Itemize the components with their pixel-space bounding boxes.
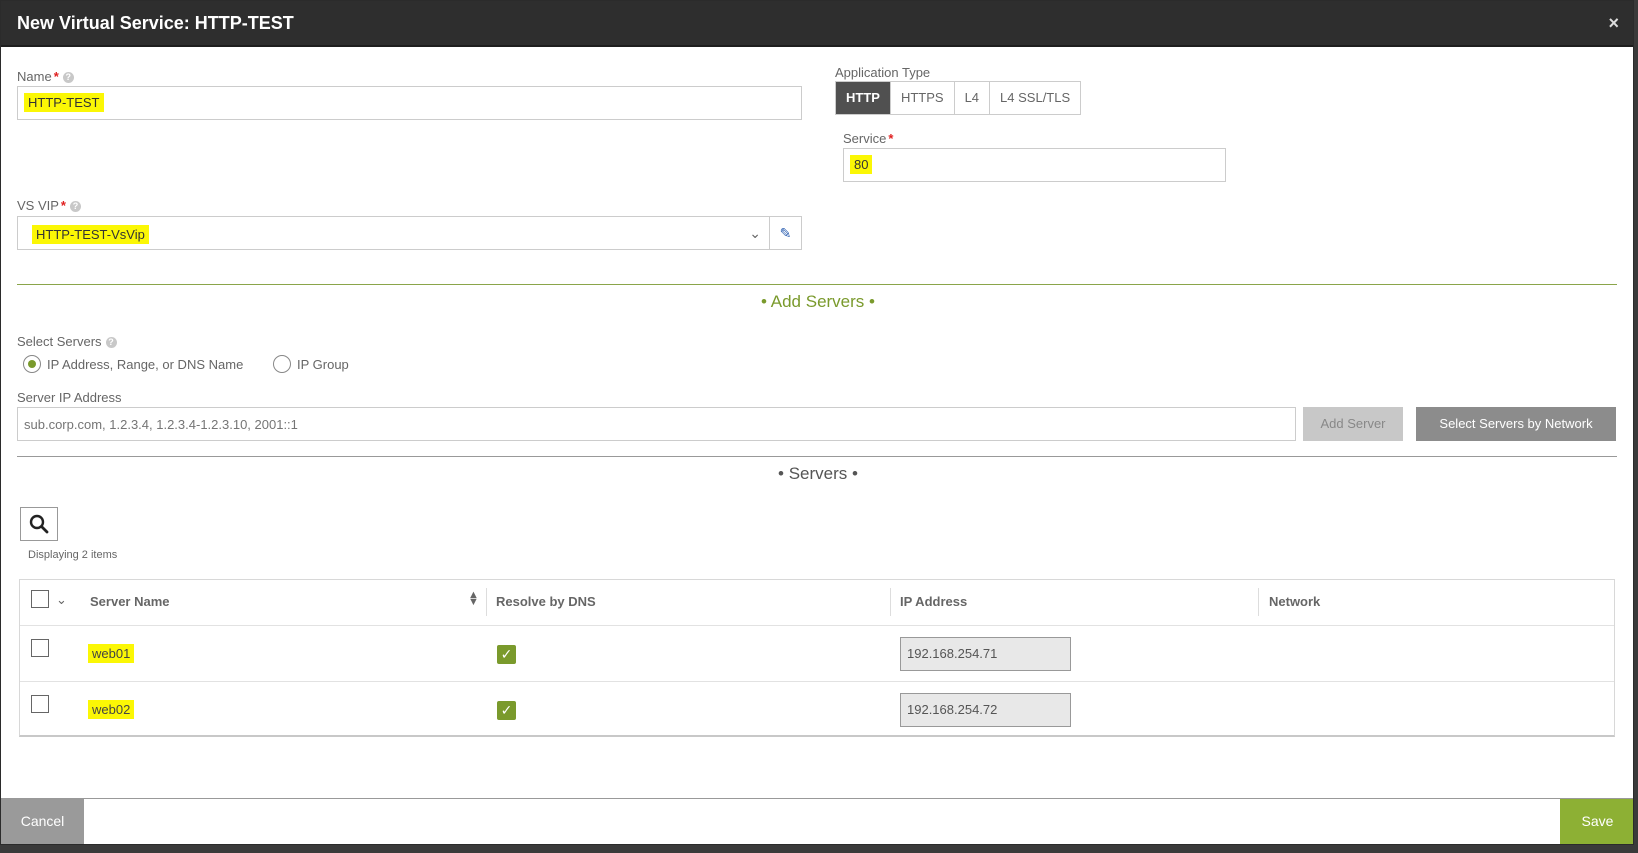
name-label-text: Name [17, 69, 52, 84]
section-divider [17, 456, 1617, 457]
vs-vip-value: HTTP-TEST-VsVip [32, 225, 149, 244]
select-servers-label: Select Servers? [17, 334, 117, 349]
server-ip-label: Server IP Address [17, 390, 122, 405]
search-button[interactable] [20, 507, 58, 541]
add-server-button[interactable]: Add Server [1303, 407, 1403, 441]
close-icon[interactable]: × [1608, 13, 1619, 34]
row-separator [20, 625, 1614, 626]
name-input[interactable]: HTTP-TEST [17, 86, 802, 120]
required-mark: * [60, 198, 66, 213]
resolve-by-dns-checkbox[interactable]: ✓ [497, 701, 516, 720]
vs-vip-label: VS VIP *? [17, 198, 81, 213]
radio-unselected-icon [273, 355, 291, 373]
app-type-l4-ssl-tls[interactable]: L4 SSL/TLS [989, 82, 1080, 114]
chevron-down-icon[interactable]: ⌄ [56, 592, 67, 608]
row-checkbox[interactable] [31, 639, 49, 657]
required-mark: * [888, 131, 894, 146]
radio-selected-icon [23, 355, 41, 373]
select-servers-label-text: Select Servers [17, 334, 102, 349]
section-divider [17, 284, 1617, 285]
sort-icon[interactable]: ▲ ▼ [468, 590, 479, 608]
server-name-text: web01 [88, 644, 135, 663]
app-type-https[interactable]: HTTPS [889, 82, 954, 114]
service-port-input[interactable]: 80 [843, 148, 1226, 182]
radio-ip-address-label: IP Address, Range, or DNS Name [47, 356, 244, 372]
pencil-edit-icon[interactable]: ✎ [769, 217, 801, 249]
display-count: Displaying 2 items [28, 549, 118, 561]
column-header-server-name[interactable]: Server Name [90, 594, 170, 609]
resolve-by-dns-checkbox[interactable]: ✓ [497, 645, 516, 664]
name-label: Name *? [17, 69, 74, 84]
radio-ip-address[interactable]: IP Address, Range, or DNS Name [23, 355, 243, 373]
ip-address-field[interactable]: 192.168.254.71 [900, 637, 1071, 671]
column-header-resolve-by-dns[interactable]: Resolve by DNS [496, 594, 596, 609]
service-label: Service * [843, 131, 893, 146]
cancel-button[interactable]: Cancel [1, 799, 84, 844]
column-separator [486, 588, 487, 616]
chevron-down-icon[interactable]: ⌄ [749, 225, 761, 242]
server-name-cell: web02 [88, 700, 135, 719]
service-input-value: 80 [850, 155, 873, 174]
select-all-checkbox[interactable] [31, 590, 49, 608]
row-checkbox[interactable] [31, 695, 49, 713]
app-type-http[interactable]: HTTP [836, 82, 890, 114]
radio-ip-group[interactable]: IP Group [273, 355, 349, 373]
select-servers-by-network-button[interactable]: Select Servers by Network [1416, 407, 1616, 441]
row-separator [20, 681, 1614, 682]
server-name-text: web02 [88, 700, 135, 719]
column-separator [1258, 588, 1259, 616]
column-header-network[interactable]: Network [1269, 594, 1320, 609]
add-servers-title: • Add Servers • [761, 292, 875, 311]
required-mark: * [53, 69, 59, 84]
help-icon[interactable]: ? [105, 337, 117, 348]
ip-address-field[interactable]: 192.168.254.72 [900, 693, 1071, 727]
search-icon [29, 514, 49, 534]
name-input-value: HTTP-TEST [24, 93, 104, 112]
column-separator [890, 588, 891, 616]
vs-vip-select[interactable]: HTTP-TEST-VsVip ⌄ ✎ [17, 216, 802, 250]
application-type-label: Application Type [835, 65, 931, 80]
radio-ip-group-label: IP Group [297, 356, 349, 372]
server-ip-input[interactable] [17, 407, 1296, 441]
modal-footer: Cancel Save [1, 798, 1633, 844]
modal-titlebar: New Virtual Service: HTTP-TEST × [1, 1, 1633, 47]
save-button[interactable]: Save [1560, 799, 1633, 844]
servers-title: • Servers • [778, 464, 858, 483]
new-virtual-service-modal: New Virtual Service: HTTP-TEST × Name *? … [0, 0, 1634, 845]
vs-vip-label-text: VS VIP [17, 198, 59, 213]
server-name-cell: web01 [88, 644, 135, 663]
column-header-ip-address[interactable]: IP Address [900, 594, 967, 609]
modal-title: New Virtual Service: HTTP-TEST [17, 13, 294, 33]
servers-table: ⌄ Server Name ▲ ▼ Resolve by DNS IP Addre… [19, 579, 1615, 737]
help-icon[interactable]: ? [62, 72, 74, 83]
service-label-text: Service [843, 131, 887, 146]
app-type-l4[interactable]: L4 [953, 82, 989, 114]
application-type-selector: HTTP HTTPS L4 L4 SSL/TLS [835, 81, 1082, 115]
help-icon[interactable]: ? [69, 201, 81, 212]
